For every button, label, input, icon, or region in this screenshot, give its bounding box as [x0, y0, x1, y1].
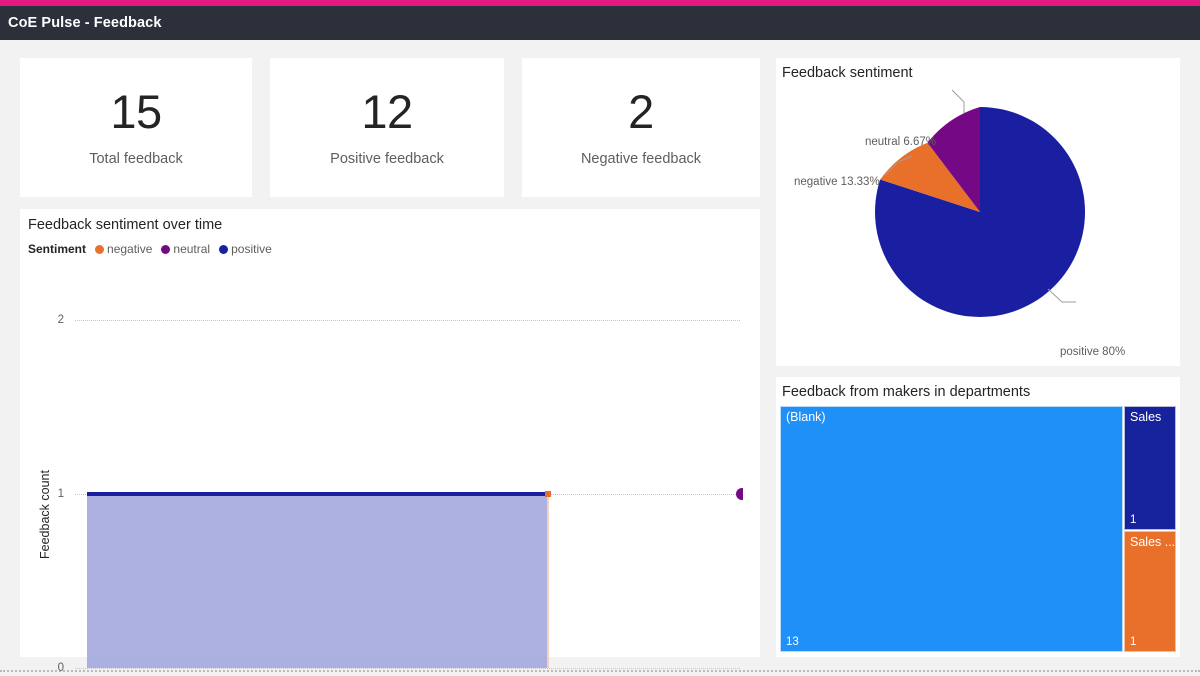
kpi-label: Total feedback — [89, 151, 183, 167]
app-header: CoE Pulse - Feedback — [0, 6, 1200, 40]
legend-swatch-positive-icon — [219, 244, 229, 254]
pie-chart[interactable] — [776, 86, 1180, 366]
kpi-value: 2 — [628, 85, 654, 138]
legend-swatch-neutral-icon — [161, 244, 171, 254]
dashboard-page: CoE Pulse - Feedback 15 Total feedback 1… — [0, 0, 1200, 676]
legend-label: positive — [231, 242, 272, 256]
treemap-cell-label: Sales — [1130, 410, 1162, 424]
kpi-value: 12 — [361, 85, 413, 138]
treemap-cell-value: 1 — [1130, 636, 1137, 648]
kpi-label: Negative feedback — [580, 151, 702, 167]
treemap-plot[interactable]: (Blank) 13 Sales 1 Sales ... 1 — [780, 406, 1176, 652]
legend-swatch-negative-icon — [95, 244, 105, 254]
legend-item-neutral[interactable]: neutral — [161, 242, 210, 256]
kpi-label: Positive feedback — [330, 151, 444, 167]
treemap-cell-value: 1 — [1130, 514, 1137, 526]
kpi-card-positive-feedback[interactable]: 12 Positive feedback — [270, 58, 504, 197]
page-title: CoE Pulse - Feedback — [8, 15, 162, 31]
treemap-cell-blank[interactable]: (Blank) 13 — [780, 406, 1123, 652]
feedback-sentiment-pie-panel[interactable]: Feedback sentiment neutral 6.67% negativ… — [776, 58, 1180, 366]
treemap-cell-label: Sales ... — [1130, 535, 1176, 549]
y-axis-title: Feedback count — [38, 470, 52, 559]
kpi-card-negative-feedback[interactable]: 2 Negative feedback — [522, 58, 760, 197]
legend-title: Sentiment — [28, 242, 87, 256]
sentiment-legend[interactable]: Sentiment negative neutral positive — [28, 242, 277, 256]
legend-item-negative[interactable]: negative — [95, 242, 152, 256]
area-series-positive — [87, 494, 547, 668]
marker-negative — [545, 491, 551, 497]
pie-label-neutral: neutral 6.67% — [865, 136, 936, 148]
feedback-sentiment-title: Feedback sentiment — [782, 65, 913, 81]
sentiment-over-time-title: Feedback sentiment over time — [28, 217, 223, 233]
legend-label: negative — [107, 242, 153, 256]
treemap-cell-value: 13 — [786, 636, 799, 648]
departments-treemap-title: Feedback from makers in departments — [782, 384, 1031, 400]
pie-leader-neutral — [951, 89, 965, 113]
pie-leader-positive — [1047, 288, 1076, 303]
sentiment-over-time-panel[interactable]: Feedback sentiment over time Sentiment n… — [20, 209, 760, 674]
report-canvas: 15 Total feedback 12 Positive feedback 2… — [0, 40, 1200, 674]
pie-label-negative: negative 13.33% — [794, 176, 880, 188]
y-tick-0: 0 — [57, 662, 64, 674]
y-tick-1: 1 — [57, 488, 64, 500]
pie-label-positive: positive 80% — [1060, 346, 1126, 358]
legend-item-positive[interactable]: positive — [219, 242, 272, 256]
marker-neutral — [736, 488, 743, 500]
legend-label: neutral — [173, 242, 211, 256]
departments-treemap-panel[interactable]: Feedback from makers in departments (Bla… — [776, 377, 1180, 657]
area-chart-plot[interactable] — [75, 309, 743, 671]
y-tick-2: 2 — [57, 314, 64, 326]
treemap-cell-sales-other[interactable]: Sales ... 1 — [1124, 531, 1176, 652]
treemap-cell-sales[interactable]: Sales 1 — [1124, 406, 1176, 530]
kpi-card-total-feedback[interactable]: 15 Total feedback — [20, 58, 252, 197]
treemap-cell-label: (Blank) — [786, 410, 826, 424]
kpi-value: 15 — [110, 85, 162, 138]
